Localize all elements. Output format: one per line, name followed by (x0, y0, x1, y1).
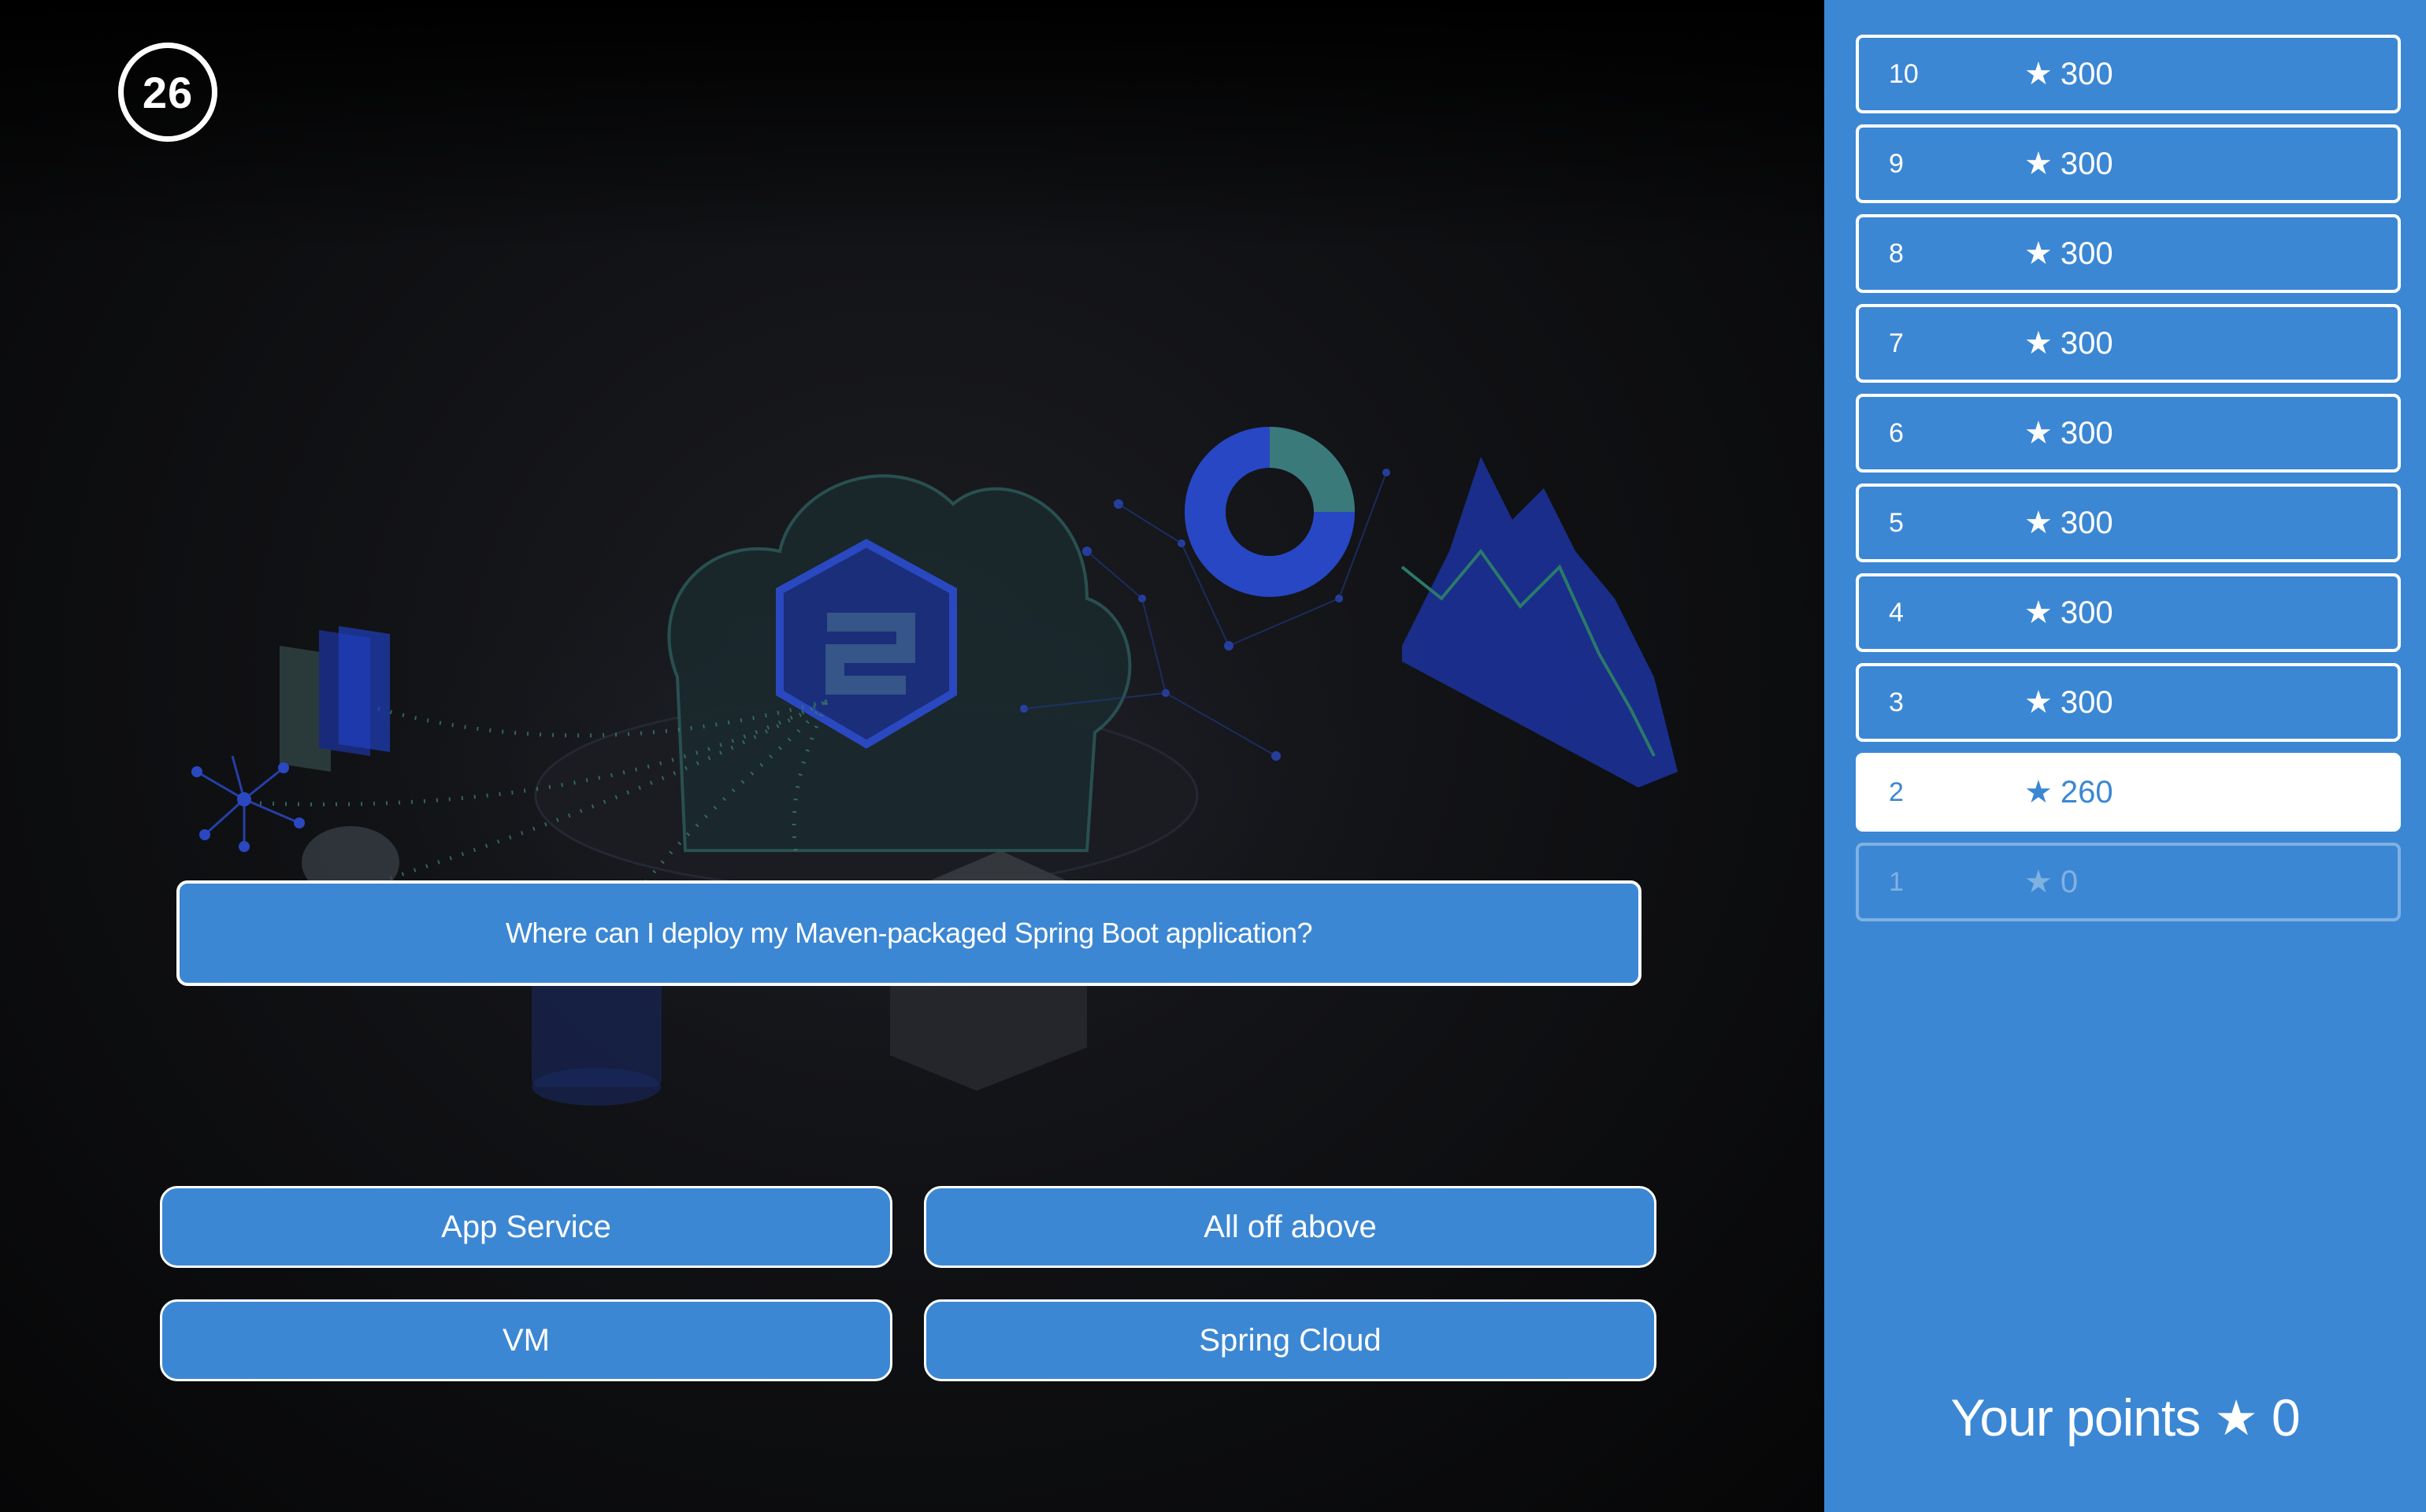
answer-button-vm[interactable]: VM (160, 1299, 892, 1381)
star-icon: ★ (2024, 865, 2053, 899)
star-icon: ★ (2024, 595, 2053, 630)
ladder-rung-9: 9 ★ 300 (1856, 124, 2401, 203)
rung-level: 1 (1889, 866, 1904, 897)
star-icon: ★ (2024, 326, 2053, 361)
rung-points: 260 (2060, 774, 2113, 810)
star-icon: ★ (2024, 775, 2053, 810)
answer-button-all-of-above[interactable]: All off above (924, 1186, 1656, 1268)
score-value: 0 (2271, 1388, 2301, 1447)
rung-level: 6 (1889, 417, 1904, 448)
rung-points: 0 (2060, 864, 2079, 899)
rung-level: 2 (1889, 776, 1904, 807)
countdown-timer: 26 (118, 43, 217, 142)
rung-points: 300 (2060, 415, 2113, 450)
answer-label: App Service (441, 1209, 611, 1244)
star-icon: ★ (2024, 57, 2053, 91)
rung-points: 300 (2060, 595, 2113, 630)
star-icon: ★ (2024, 146, 2053, 181)
answer-label: VM (503, 1322, 550, 1358)
question-box: Where can I deploy my Maven-packaged Spr… (176, 880, 1641, 986)
star-icon: ★ (2024, 685, 2053, 720)
question-text: Where can I deploy my Maven-packaged Spr… (505, 917, 1313, 949)
rung-level: 8 (1889, 238, 1904, 269)
rung-points: 300 (2060, 235, 2113, 271)
answer-button-spring-cloud[interactable]: Spring Cloud (924, 1299, 1656, 1381)
rung-level: 3 (1889, 687, 1904, 717)
ladder-rung-7: 7 ★ 300 (1856, 304, 2401, 383)
rung-points: 300 (2060, 146, 2113, 181)
rung-points: 300 (2060, 684, 2113, 720)
points-ladder: 10 ★ 300 9 ★ 300 8 ★ 300 7 ★ 300 6 ★ 300 5 ★ 3… (1824, 0, 2426, 1512)
star-icon: ★ (2024, 416, 2053, 450)
ladder-rung-8: 8 ★ 300 (1856, 214, 2401, 293)
rung-level: 10 (1889, 58, 1919, 89)
ladder-rung-5: 5 ★ 300 (1856, 484, 2401, 562)
ladder-rung-6: 6 ★ 300 (1856, 394, 2401, 472)
rung-level: 5 (1889, 507, 1904, 538)
rung-points: 300 (2060, 325, 2113, 361)
ladder-rung-4: 4 ★ 300 (1856, 573, 2401, 652)
background-illustration (191, 427, 1678, 1106)
game-screen: 26 Where can I deploy my Maven-packaged … (0, 0, 2426, 1512)
your-points: Your points ★ 0 (1824, 1378, 2426, 1457)
ladder-rung-1: 1 ★ 0 (1856, 843, 2401, 921)
rung-level: 7 (1889, 328, 1904, 358)
ladder-rung-10: 10 ★ 300 (1856, 35, 2401, 113)
game-area: 26 Where can I deploy my Maven-packaged … (0, 0, 1824, 1512)
ladder-rung-3: 3 ★ 300 (1856, 663, 2401, 742)
rung-level: 9 (1889, 148, 1904, 179)
timer-value: 26 (142, 67, 194, 117)
star-icon: ★ (2024, 236, 2053, 271)
rung-points: 300 (2060, 56, 2113, 91)
score-label: Your points (1950, 1388, 2201, 1447)
star-icon: ★ (2024, 506, 2053, 540)
answer-label: Spring Cloud (1199, 1322, 1382, 1358)
answer-button-app-service[interactable]: App Service (160, 1186, 892, 1268)
rung-level: 4 (1889, 597, 1904, 628)
ladder-rung-2-current: 2 ★ 260 (1856, 753, 2401, 832)
answer-label: All off above (1204, 1209, 1377, 1244)
rung-points: 300 (2060, 505, 2113, 540)
star-icon: ★ (2214, 1391, 2258, 1446)
